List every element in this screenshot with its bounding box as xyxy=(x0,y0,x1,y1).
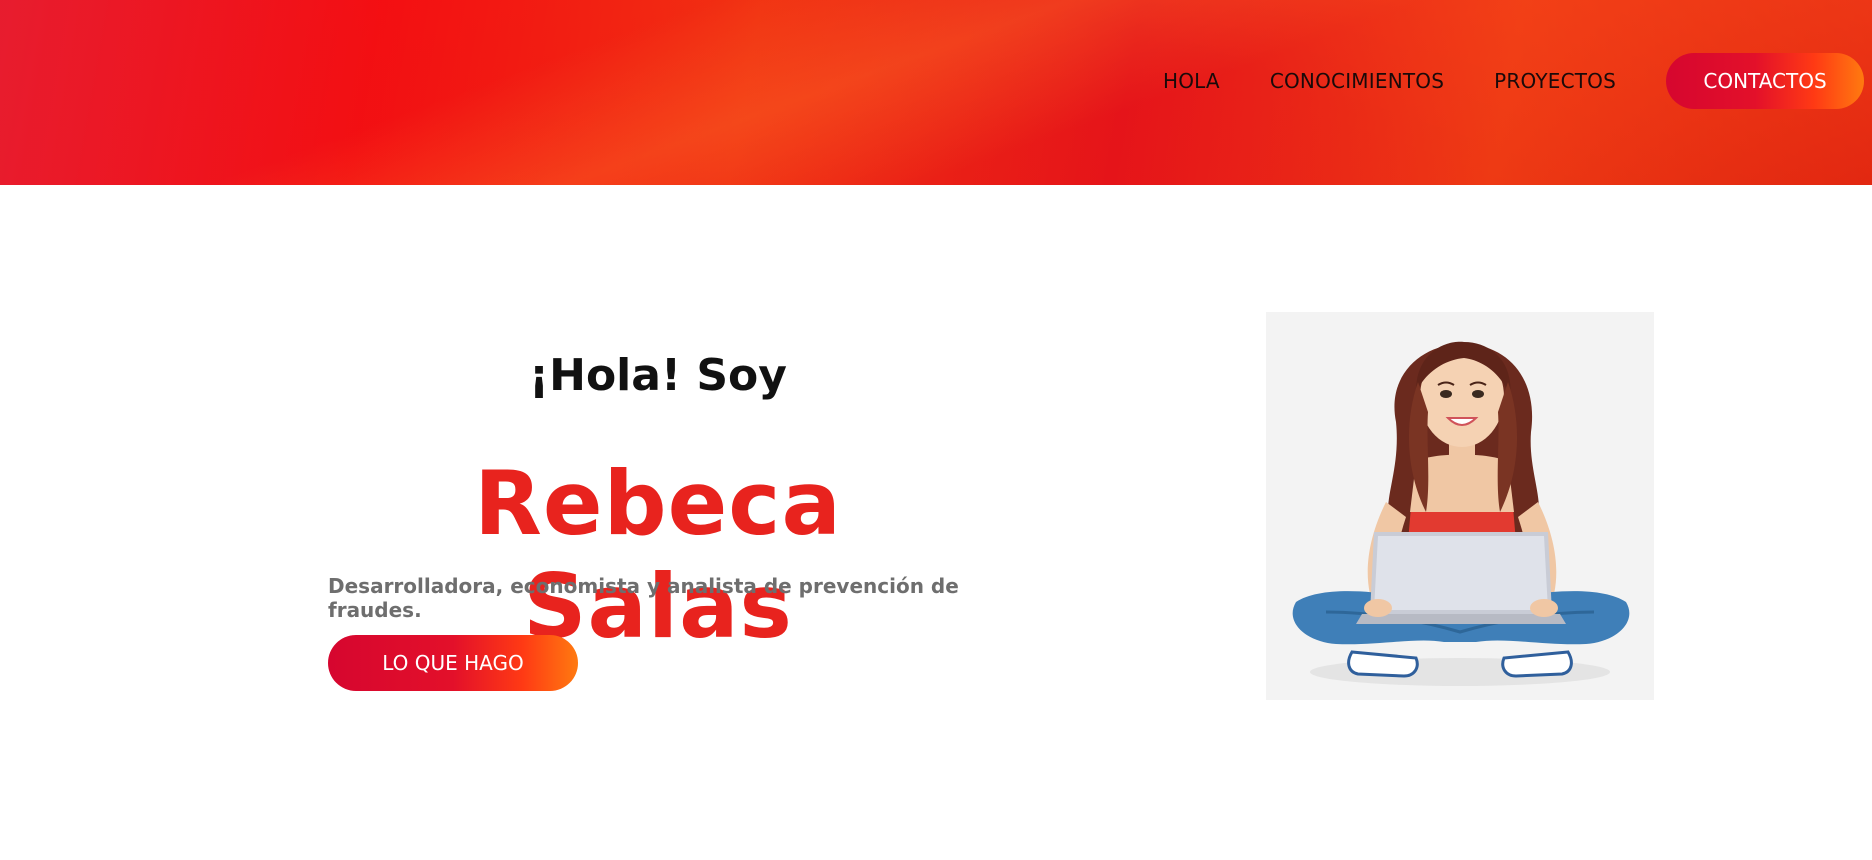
woman-with-laptop-image xyxy=(1292,341,1630,686)
site-header: HOLA CONOCIMIENTOS PROYECTOS CONTACTOS xyxy=(0,0,1872,185)
lo-que-hago-button[interactable]: LO QUE HAGO xyxy=(328,635,578,691)
avatar-illustration xyxy=(1266,312,1654,700)
nav-link-proyectos[interactable]: PROYECTOS xyxy=(1494,69,1616,93)
contactos-button[interactable]: CONTACTOS xyxy=(1666,53,1864,109)
hero-tagline: Desarrolladora, economista y analista de… xyxy=(328,574,959,622)
nav-link-hola[interactable]: HOLA xyxy=(1163,69,1220,93)
main-nav: HOLA CONOCIMIENTOS PROYECTOS CONTACTOS xyxy=(1163,53,1864,109)
nav-link-conocimientos[interactable]: CONOCIMIENTOS xyxy=(1270,69,1444,93)
hero-greeting: ¡Hola! Soy xyxy=(529,350,787,401)
hero-name: Rebeca Salas xyxy=(474,452,842,658)
